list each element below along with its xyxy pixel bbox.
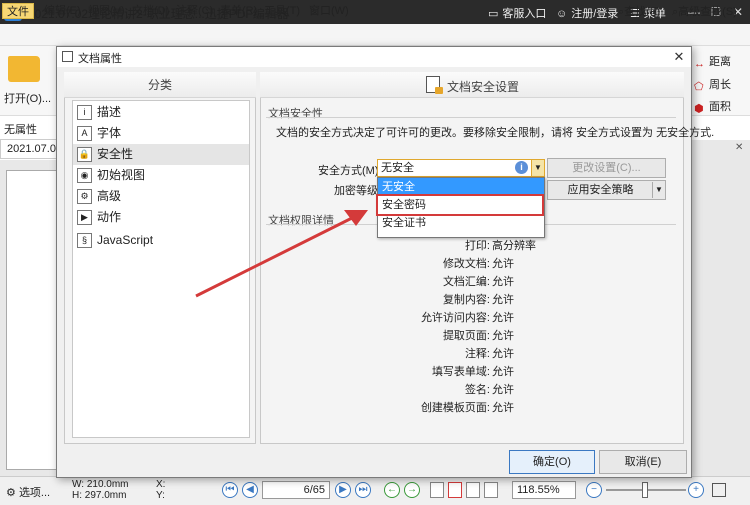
permission-row: 复制内容: 允许 [442,294,514,306]
find-button[interactable]: ⌕查找(F) [618,3,660,19]
dialog-close-button[interactable]: ✕ [670,48,688,66]
chat-icon: ▭ [488,8,499,20]
advanced-find-button[interactable]: ⌕高级查找(S) [672,3,737,19]
register-login-link[interactable]: ☺ 注册/登录 [556,5,618,21]
security-group-title: 文档安全性 [268,108,323,120]
area-tool[interactable]: ⬢ 面积 [694,98,731,115]
menu-form[interactable]: 表单(R) [216,3,261,19]
open-button-label[interactable]: 打开(O)... [4,90,51,106]
permission-row: 签名: 允许 [464,384,514,396]
cancel-button[interactable]: 取消(E) [599,450,687,474]
info-doc-icon: i [77,105,92,120]
facing-view-icon[interactable] [466,482,480,498]
page-number-input[interactable]: 6/65 [262,481,330,499]
menu-comment[interactable]: 注释(C) [172,3,217,19]
distance-icon: ↔ [694,58,705,70]
user-icon: ☺ [556,8,568,20]
dialog-title-bar [57,47,691,67]
cursor-x: X: [156,479,166,490]
forward-button[interactable]: → [404,482,420,498]
options-button[interactable]: ⚙ 选项... [6,484,50,500]
apply-security-policy-button[interactable]: 应用安全策略 [547,180,666,200]
document-page [6,170,58,470]
lock-icon [435,87,443,94]
menu-document[interactable]: 文档(D) [128,3,173,19]
dialog-icon [62,51,73,62]
customer-service-link[interactable]: ▭ 客服入口 [488,5,546,21]
back-button[interactable]: ← [384,482,400,498]
action-icon: ▶ [77,210,92,225]
area-icon: ⬢ [694,103,704,115]
perimeter-icon: ⬠ [694,81,704,93]
page-height: H: 297.0mm [72,490,127,501]
info-icon[interactable]: i [515,161,528,174]
category-header: 分类 [64,72,256,98]
highlight-box [376,194,544,216]
divider [266,117,676,118]
cursor-readout: X: Y: [156,479,165,501]
chevron-down-icon[interactable]: ▼ [531,160,544,176]
permission-row: 文档汇编: 允许 [442,276,514,288]
advanced-icon: ⚙ [77,189,92,204]
menu-file[interactable]: 文件 [2,3,34,19]
encryption-level-label: 加密等级: [334,185,382,197]
category-security[interactable]: 🔒 安全性 [73,144,249,165]
security-method-label: 安全方式(M): [318,165,382,177]
zoom-in-button[interactable]: + [688,482,704,498]
category-initial-view[interactable]: ◉ 初始视图 [73,165,249,186]
page-width: W: 210.0mm [72,479,129,490]
option-certificate-security[interactable]: 安全证书 [378,214,544,232]
category-javascript[interactable]: § JavaScript [73,230,249,251]
permission-row: 打印: 高分辨率 [464,240,536,252]
zoom-slider-thumb[interactable] [642,482,648,498]
view-icon: ◉ [77,168,92,183]
permissions-group-title: 文档权限详情 [268,215,334,227]
right-panel [688,140,750,476]
category-fonts[interactable]: A 字体 [73,123,249,144]
menu-tools[interactable]: 工具(T) [260,3,304,19]
menu-window[interactable]: 窗口(W) [305,3,353,19]
continuous-view-icon[interactable] [448,482,462,498]
distance-tool[interactable]: ↔ 距离 [694,53,731,70]
document-tab[interactable]: 2021.07.02理论精讲2-职业理念 [0,139,62,159]
security-description: 文档的安全方式决定了可许可的更改。要移除安全限制，请将 安全方式设置为 无安全方… [276,127,715,139]
first-page-button[interactable]: ⏮ [222,482,238,498]
next-page-button[interactable]: ▶ [335,482,351,498]
open-folder-icon[interactable] [8,56,40,82]
font-icon: A [77,126,92,141]
close-tab-icon[interactable]: ✕ [735,142,747,154]
single-page-view-icon[interactable] [430,482,444,498]
script-icon: § [77,233,92,248]
permission-row: 注释: 允许 [464,348,514,360]
dialog-title: 文档属性 [78,53,122,65]
prev-page-button[interactable]: ◀ [242,482,258,498]
chevron-down-icon[interactable]: ▼ [652,182,665,198]
category-advanced[interactable]: ⚙ 高级 [73,186,249,207]
ok-button[interactable]: 确定(O) [509,450,595,474]
category-description[interactable]: i 描述 [73,102,249,123]
cursor-y: Y: [156,490,165,501]
page-size-readout: W: 210.0mm H: 297.0mm [72,479,129,501]
perimeter-tool[interactable]: ⬠ 周长 [694,76,731,93]
category-actions[interactable]: ▶ 动作 [73,207,249,228]
permission-row: 允许访问内容: 允许 [420,312,514,324]
menu-edit[interactable]: 编辑(E) [40,3,85,19]
lock-doc-icon: 🔒 [77,147,92,162]
permission-row: 填写表单域: 允许 [431,366,514,378]
security-settings-title: 文档安全设置 [447,80,520,94]
properties-label: 无属性 [4,124,37,136]
zoom-out-button[interactable]: − [586,482,602,498]
menu-view[interactable]: 视图(V) [84,3,129,19]
permission-row: 提取页面: 允许 [442,330,514,342]
facing-continuous-view-icon[interactable] [484,482,498,498]
permission-row: 修改文档: 允许 [442,258,514,270]
gear-icon: ⚙ [6,487,16,499]
change-settings-button[interactable]: 更改设置(C)... [547,158,666,178]
last-page-button[interactable]: ⏭ [355,482,371,498]
menu-bar [0,24,750,46]
permission-row: 创建模板页面: 允许 [420,402,514,414]
zoom-input[interactable]: 118.55% [512,481,576,499]
fit-page-icon[interactable] [712,483,726,497]
